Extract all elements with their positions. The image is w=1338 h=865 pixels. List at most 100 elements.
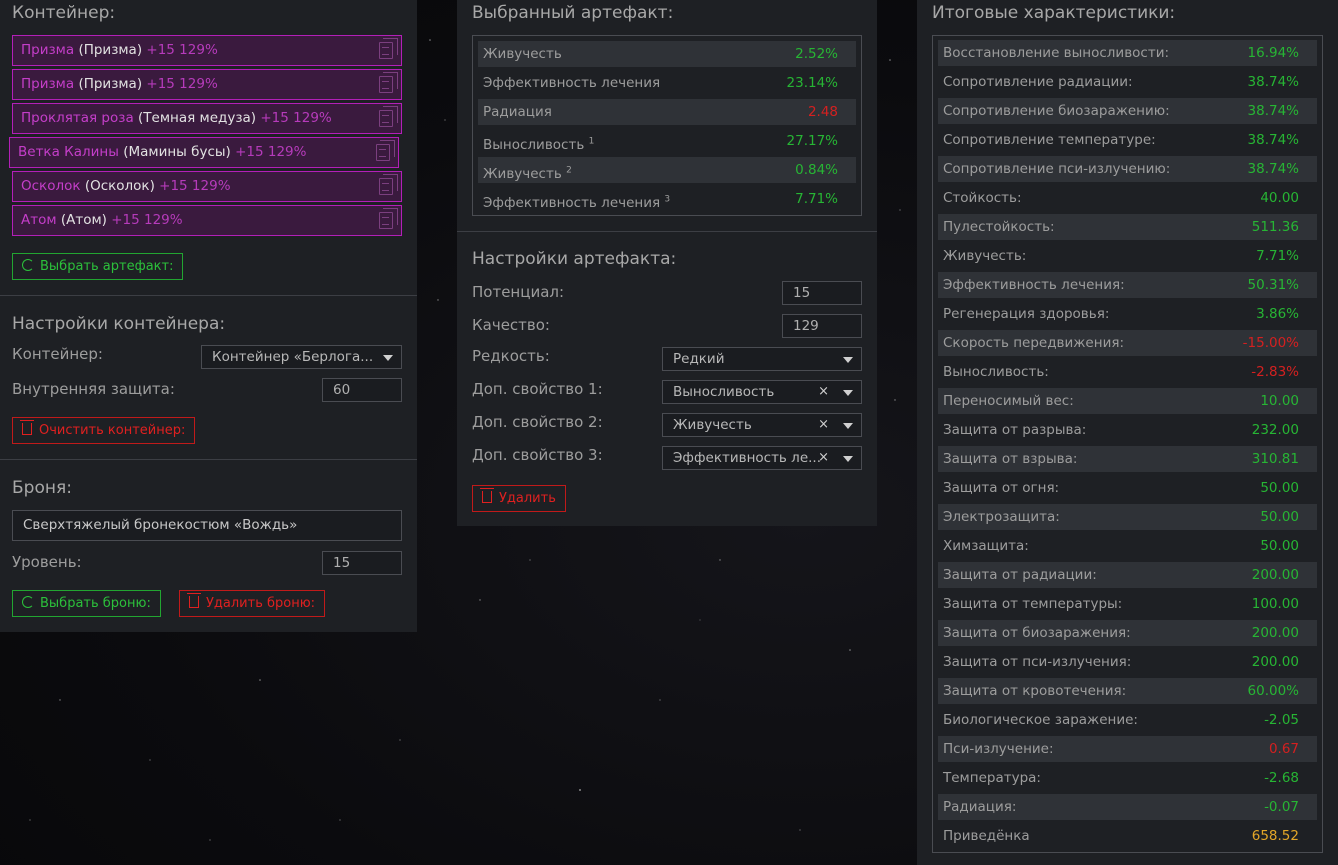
stat-label: Выносливость 1 bbox=[483, 136, 595, 153]
container-settings-title: Настройки контейнера: bbox=[12, 314, 226, 334]
copy-icon[interactable] bbox=[379, 72, 398, 93]
stat-label: Выносливость: bbox=[943, 364, 1049, 380]
stat-value: 38.74% bbox=[1247, 103, 1299, 119]
stat-row: Защита от разрыва: 232.00 bbox=[938, 417, 1317, 443]
clear-container-button[interactable]: Очистить контейнер: bbox=[12, 417, 196, 444]
armor-input[interactable]: Сверхтяжелый бронекостюм «Вождь» bbox=[12, 510, 402, 541]
stat-row: Восстановление выносливости: 16.94% bbox=[938, 40, 1317, 66]
trash-icon bbox=[480, 488, 494, 503]
artifact-name: Проклятая роза bbox=[21, 110, 134, 126]
stat-value: -2.05 bbox=[1264, 712, 1299, 728]
stat-row: Защита от биозаражения: 200.00 bbox=[938, 620, 1317, 646]
rarity-select[interactable]: Редкий bbox=[662, 347, 862, 371]
stat-value: 40.00 bbox=[1260, 190, 1299, 206]
stat-value: 2.52% bbox=[795, 46, 838, 62]
quality-input[interactable]: 129 bbox=[782, 314, 862, 338]
artifact-type: (Призма) bbox=[78, 42, 143, 58]
select-armor-button[interactable]: Выбрать броню: bbox=[12, 590, 161, 617]
chevron-down-icon bbox=[843, 390, 853, 396]
stat-row: Регенерация здоровья: 3.86% bbox=[938, 301, 1317, 327]
container-item[interactable]: Проклятая роза (Темная медуза) +15 129% bbox=[12, 103, 402, 134]
stat-label: Приведёнка bbox=[943, 828, 1030, 844]
container-settings-section: Настройки контейнера: Контейнер: Контейн… bbox=[0, 296, 417, 460]
container-item[interactable]: Осколок (Осколок) +15 129% bbox=[12, 171, 402, 202]
stat-value: 38.74% bbox=[1247, 161, 1299, 177]
artifact-name: Осколок bbox=[21, 178, 81, 194]
prop3-select[interactable]: Эффективность ле... × bbox=[662, 446, 862, 470]
stat-label: Радиация bbox=[483, 104, 552, 120]
copy-icon[interactable] bbox=[379, 106, 398, 127]
stat-value: 310.81 bbox=[1251, 451, 1299, 467]
stat-label: Защита от кровотечения: bbox=[943, 683, 1127, 699]
copy-icon[interactable] bbox=[379, 208, 398, 229]
stat-row: Защита от огня: 50.00 bbox=[938, 475, 1317, 501]
stat-label: Сопротивление радиации: bbox=[943, 74, 1133, 90]
armor-section: Броня: Сверхтяжелый бронекостюм «Вождь» … bbox=[0, 460, 417, 632]
stat-label: Регенерация здоровья: bbox=[943, 306, 1110, 322]
stat-label: Восстановление выносливости: bbox=[943, 45, 1170, 61]
inner-protection-input[interactable]: 60 bbox=[322, 378, 402, 402]
artifact-settings-section: Настройки артефакта: Потенциал: 15 Качес… bbox=[457, 232, 877, 526]
stat-value: 658.52 bbox=[1251, 828, 1299, 844]
stat-label: Эффективность лечения: bbox=[943, 277, 1125, 293]
stat-row: Эффективность лечения 3 7.71% bbox=[478, 186, 856, 212]
stat-row: Стойкость: 40.00 bbox=[938, 185, 1317, 211]
artifact-name: Ветка Калины bbox=[18, 144, 119, 160]
container-select[interactable]: Контейнер «Берлога... bbox=[201, 345, 402, 369]
stat-value: 38.74% bbox=[1247, 74, 1299, 90]
container-item[interactable]: Ветка Калины (Мамины бусы) +15 129% bbox=[9, 137, 399, 168]
stat-value: 7.71% bbox=[795, 191, 838, 207]
stat-value: -2.83% bbox=[1251, 364, 1299, 380]
stat-row: Пулестойкость: 511.36 bbox=[938, 214, 1317, 240]
stat-row: Пси-излучение: 0.67 bbox=[938, 736, 1317, 762]
stat-row: Защита от взрыва: 310.81 bbox=[938, 446, 1317, 472]
stat-row: Защита от кровотечения: 60.00% bbox=[938, 678, 1317, 704]
potential-input[interactable]: 15 bbox=[782, 281, 862, 305]
artifact-type: (Осколок) bbox=[84, 178, 155, 194]
delete-armor-button[interactable]: Удалить броню: bbox=[179, 590, 326, 617]
select-artifact-button[interactable]: Выбрать артефакт: bbox=[12, 253, 184, 280]
stat-label: Защита от биозаражения: bbox=[943, 625, 1131, 641]
clear-icon[interactable]: × bbox=[818, 381, 829, 403]
level-label: Уровень: bbox=[12, 553, 82, 571]
stat-label: Переносимый вес: bbox=[943, 393, 1074, 409]
copy-icon[interactable] bbox=[376, 140, 395, 161]
stat-value: 200.00 bbox=[1251, 654, 1299, 670]
delete-artifact-button[interactable]: Удалить bbox=[472, 485, 566, 512]
container-item[interactable]: Атом (Атом) +15 129% bbox=[12, 205, 402, 236]
stat-value: 23.14% bbox=[786, 75, 838, 91]
selected-artifact-section: Выбранный артефакт: Живучесть 2.52% Эффект… bbox=[457, 0, 877, 232]
stat-value: 38.74% bbox=[1247, 132, 1299, 148]
stat-row: Эффективность лечения: 50.31% bbox=[938, 272, 1317, 298]
clear-icon[interactable]: × bbox=[818, 414, 829, 436]
artifact-name: Призма bbox=[21, 42, 75, 58]
stat-value: 16.94% bbox=[1247, 45, 1299, 61]
stat-row: Выносливость: -2.83% bbox=[938, 359, 1317, 385]
level-input[interactable]: 15 bbox=[322, 551, 402, 575]
stat-label: Защита от разрыва: bbox=[943, 422, 1087, 438]
artifact-level: +15 129% bbox=[159, 178, 231, 194]
prop1-select[interactable]: Выносливость × bbox=[662, 380, 862, 404]
stat-value: 50.31% bbox=[1247, 277, 1299, 293]
inner-protection-label: Внутренняя защита: bbox=[12, 380, 175, 398]
prop2-select[interactable]: Живучесть × bbox=[662, 413, 862, 437]
stat-label: Температура: bbox=[943, 770, 1041, 786]
copy-icon[interactable] bbox=[379, 174, 398, 195]
stat-value: 100.00 bbox=[1251, 596, 1299, 612]
chevron-down-icon bbox=[843, 423, 853, 429]
stat-label: Сопротивление биозаражению: bbox=[943, 103, 1170, 119]
stat-value: 7.71% bbox=[1256, 248, 1299, 264]
prop1-label: Доп. свойство 1: bbox=[472, 380, 603, 398]
stat-value: 232.00 bbox=[1251, 422, 1299, 438]
trash-icon bbox=[187, 593, 201, 608]
stat-value: 50.00 bbox=[1260, 538, 1299, 554]
container-item[interactable]: Призма (Призма) +15 129% bbox=[12, 69, 402, 100]
stat-row: Живучесть 2 0.84% bbox=[478, 157, 856, 183]
container-item[interactable]: Призма (Призма) +15 129% bbox=[12, 35, 402, 66]
stat-label: Живучесть bbox=[483, 46, 562, 62]
artifact-name: Призма bbox=[21, 76, 75, 92]
stat-row: Сопротивление радиации: 38.74% bbox=[938, 69, 1317, 95]
clear-icon[interactable]: × bbox=[818, 447, 829, 469]
stat-row: Радиация: -0.07 bbox=[938, 794, 1317, 820]
copy-icon[interactable] bbox=[379, 38, 398, 59]
